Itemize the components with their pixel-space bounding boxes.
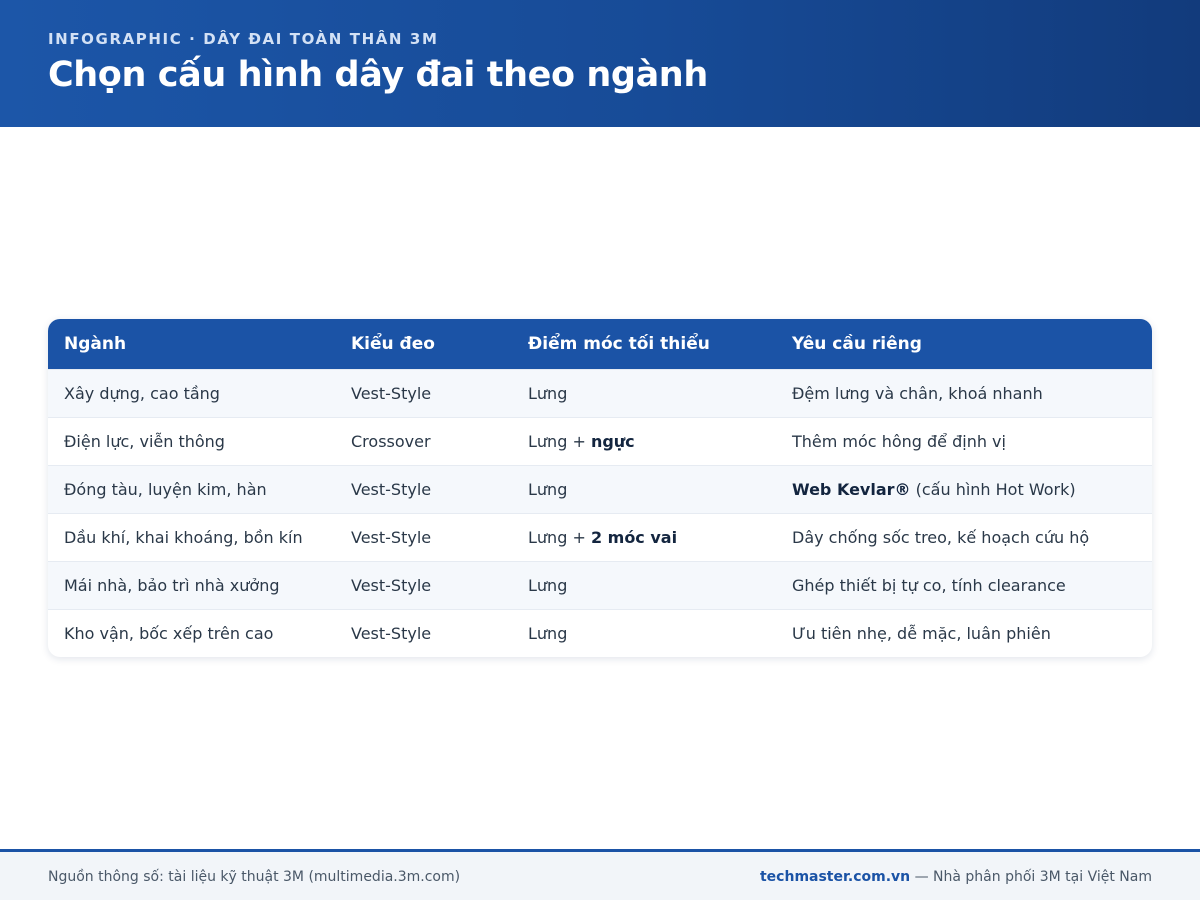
distributor-text: — Nhà phân phối 3M tại Việt Nam <box>910 869 1152 885</box>
table-row: Xây dựng, cao tầng Vest-Style Lưng Đệm l… <box>48 369 1152 417</box>
anchor-cell: Lưng + 2 móc vai <box>528 528 678 547</box>
footer: Nguồn thông số: tài liệu kỹ thuật 3M (mu… <box>0 849 1200 900</box>
column-header-requirements: Yêu cầu riêng <box>792 334 922 354</box>
site-link[interactable]: techmaster.com.vn <box>760 869 910 885</box>
table-row: Dầu khí, khai khoáng, bồn kín Vest-Style… <box>48 513 1152 561</box>
requirement-cell: Ghép thiết bị tự co, tính clearance <box>792 576 1066 595</box>
anchor-cell: Lưng <box>528 624 568 643</box>
header-banner: INFOGRAPHIC · DÂY ĐAI TOÀN THÂN 3M Chọn … <box>0 0 1200 127</box>
requirement-cell: Web Kevlar® (cấu hình Hot Work) <box>792 480 1076 499</box>
column-header-industry: Ngành <box>64 334 127 354</box>
column-header-anchor: Điểm móc tối thiểu <box>528 334 710 354</box>
requirement-cell: Ưu tiên nhẹ, dễ mặc, luân phiên <box>792 624 1051 643</box>
table-header-row: Ngành Kiểu đeo Điểm móc tối thiểu Yêu cầ… <box>48 319 1152 369</box>
requirement-cell: Dây chống sốc treo, kế hoạch cứu hộ <box>792 528 1090 547</box>
table-row: Điện lực, viễn thông Crossover Lưng + ng… <box>48 417 1152 465</box>
industry-cell: Xây dựng, cao tầng <box>64 384 220 403</box>
style-cell: Vest-Style <box>351 624 432 643</box>
page-title: Chọn cấu hình dây đai theo ngành <box>48 55 708 95</box>
requirement-cell: Đệm lưng và chân, khoá nhanh <box>792 384 1043 403</box>
industry-cell: Dầu khí, khai khoáng, bồn kín <box>64 528 303 547</box>
style-cell: Vest-Style <box>351 528 432 547</box>
anchor-cell: Lưng <box>528 576 568 595</box>
style-cell: Vest-Style <box>351 576 432 595</box>
distributor-note: techmaster.com.vn — Nhà phân phối 3M tại… <box>760 869 1152 885</box>
anchor-cell: Lưng <box>528 480 568 499</box>
industry-config-table: Ngành Kiểu đeo Điểm móc tối thiểu Yêu cầ… <box>48 319 1152 657</box>
anchor-cell: Lưng <box>528 384 568 403</box>
anchor-cell: Lưng + ngực <box>528 432 635 451</box>
style-cell: Vest-Style <box>351 384 432 403</box>
industry-cell: Kho vận, bốc xếp trên cao <box>64 624 274 643</box>
column-header-style: Kiểu đeo <box>351 334 435 354</box>
table-row: Mái nhà, bảo trì nhà xưởng Vest-Style Lư… <box>48 561 1152 609</box>
table-row: Đóng tàu, luyện kim, hàn Vest-Style Lưng… <box>48 465 1152 513</box>
style-cell: Vest-Style <box>351 480 432 499</box>
header-kicker: INFOGRAPHIC · DÂY ĐAI TOÀN THÂN 3M <box>48 30 439 48</box>
industry-cell: Điện lực, viễn thông <box>64 432 225 451</box>
industry-cell: Đóng tàu, luyện kim, hàn <box>64 480 267 499</box>
industry-cell: Mái nhà, bảo trì nhà xưởng <box>64 576 280 595</box>
table-row: Kho vận, bốc xếp trên cao Vest-Style Lưn… <box>48 609 1152 657</box>
requirement-cell: Thêm móc hông để định vị <box>792 432 1006 451</box>
style-cell: Crossover <box>351 432 431 451</box>
source-note: Nguồn thông số: tài liệu kỹ thuật 3M (mu… <box>48 869 461 885</box>
